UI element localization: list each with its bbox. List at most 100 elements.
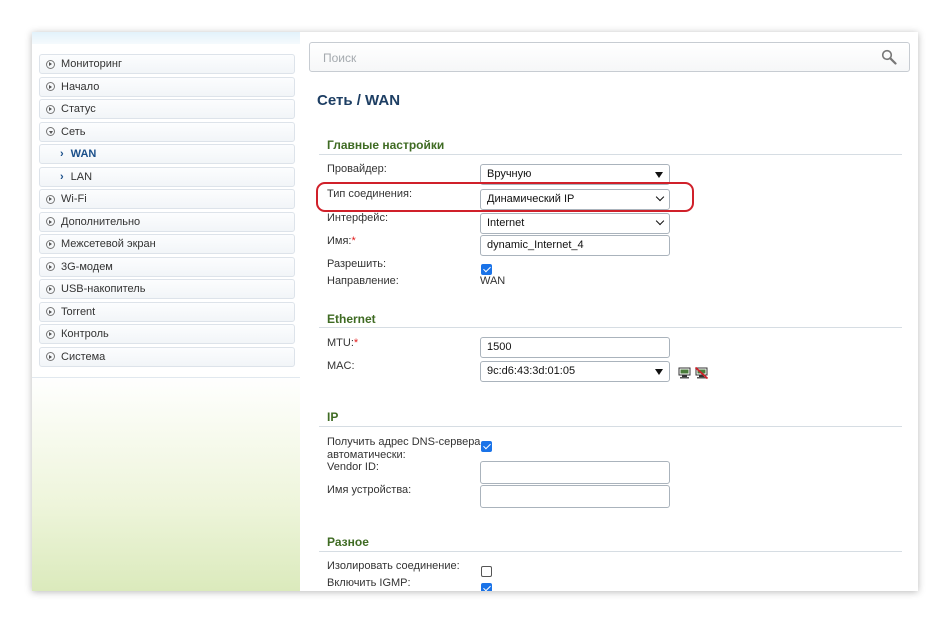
page-title: Сеть / WAN	[317, 92, 401, 109]
sidebar-header-strip	[32, 32, 300, 44]
sidebar-item-label: Начало	[61, 80, 100, 93]
sidebar-item-torrent[interactable]: Torrent	[39, 301, 295, 322]
sidebar: Мониторинг Начало Статус Сеть › WAN › LAN …	[32, 44, 302, 591]
interface-label: Интерфейс:	[327, 212, 388, 224]
section-title-ip: IP	[327, 410, 339, 424]
provider-select[interactable]: Вручную	[480, 164, 670, 185]
sidebar-item-lan[interactable]: › LAN	[39, 166, 295, 187]
provider-select-value: Вручную	[487, 168, 532, 180]
sidebar-item-usb-storage[interactable]: USB-накопитель	[39, 279, 295, 299]
section-divider	[319, 426, 902, 427]
sidebar-item-system[interactable]: Система	[39, 346, 295, 367]
network-card-icon[interactable]	[678, 367, 691, 379]
chevron-right-icon: ›	[60, 148, 64, 160]
section-title-main-settings: Главные настройки	[327, 138, 445, 152]
sidebar-menu: Мониторинг Начало Статус Сеть › WAN › LAN …	[32, 54, 302, 378]
mtu-field[interactable]: 1500	[480, 337, 670, 358]
mtu-label-text: MTU:	[327, 337, 354, 349]
sidebar-item-label: Torrent	[61, 305, 96, 318]
mtu-field-value: 1500	[487, 341, 512, 353]
direction-label: Направление:	[327, 275, 399, 287]
sidebar-item-monitoring[interactable]: Мониторинг	[39, 54, 295, 74]
section-title-ethernet: Ethernet	[327, 312, 376, 326]
interface-select-value: Internet	[487, 217, 525, 229]
section-divider	[319, 154, 902, 155]
required-mark: *	[353, 337, 359, 349]
sidebar-item-status[interactable]: Статус	[39, 99, 295, 119]
mtu-label: MTU:*	[327, 337, 358, 350]
sidebar-item-label: Межсетевой экран	[61, 238, 156, 250]
igmp-label: Включить IGMP:	[327, 577, 411, 589]
connection-type-select[interactable]: Динамический IP	[480, 189, 670, 210]
mac-label: MAC:	[327, 360, 355, 372]
dropdown-triangle-icon	[655, 369, 663, 375]
name-label: Имя:*	[327, 235, 356, 248]
device-name-field[interactable]	[480, 485, 670, 508]
connection-type-label: Тип соединения:	[327, 188, 412, 200]
expand-arrow-icon	[46, 239, 55, 249]
sidebar-item-label: 3G-модем	[61, 260, 113, 273]
vendor-id-field[interactable]	[480, 461, 670, 484]
enable-checkbox[interactable]	[481, 264, 492, 275]
isolate-label: Изолировать соединение:	[327, 560, 460, 572]
sidebar-item-start[interactable]: Начало	[39, 76, 295, 97]
sidebar-item-3g-modem[interactable]: 3G-модем	[39, 256, 295, 277]
igmp-checkbox[interactable]	[481, 583, 492, 591]
sidebar-item-wifi[interactable]: Wi-Fi	[39, 189, 295, 209]
isolate-checkbox[interactable]	[481, 566, 492, 577]
sidebar-item-label: Система	[61, 350, 106, 363]
search-box	[309, 42, 910, 72]
main-content: Сеть / WAN Главные настройки Провайдер: …	[300, 32, 918, 591]
dns-auto-label: Получить адрес DNS-сервера автоматически…	[327, 436, 480, 462]
sidebar-item-label: Wi-Fi	[61, 193, 87, 205]
enable-label: Разрешить:	[327, 258, 387, 270]
chevron-down-icon	[655, 192, 665, 202]
section-divider	[319, 327, 902, 328]
router-web-interface: Мониторинг Начало Статус Сеть › WAN › LAN …	[32, 32, 918, 591]
provider-label: Провайдер:	[327, 163, 387, 175]
sidebar-divider	[32, 369, 302, 378]
sidebar-item-advanced[interactable]: Дополнительно	[39, 211, 295, 232]
direction-value: WAN	[480, 275, 506, 287]
sidebar-item-label: Статус	[61, 103, 96, 115]
search-input[interactable]	[321, 50, 865, 66]
sidebar-item-label: LAN	[70, 170, 93, 183]
expand-arrow-icon	[46, 104, 55, 114]
search-icon[interactable]	[881, 49, 897, 65]
sidebar-item-label: Контроль	[61, 328, 109, 340]
dns-auto-checkbox[interactable]	[481, 441, 492, 452]
section-title-misc: Разное	[327, 535, 369, 549]
device-name-label: Имя устройства:	[327, 484, 412, 496]
sidebar-item-label: USB-накопитель	[61, 283, 146, 295]
chevron-right-icon: ›	[60, 170, 64, 183]
expand-arrow-icon	[46, 217, 55, 226]
clone-mac-icon[interactable]	[695, 367, 708, 379]
chevron-down-icon	[655, 216, 665, 226]
expand-arrow-icon	[46, 329, 55, 339]
expand-arrow-icon	[46, 82, 55, 91]
name-label-text: Имя:	[327, 235, 352, 247]
expand-arrow-icon	[46, 194, 55, 204]
sidebar-item-network[interactable]: Сеть	[39, 121, 295, 142]
sidebar-item-wan[interactable]: › WAN	[39, 144, 295, 164]
interface-select[interactable]: Internet	[480, 213, 670, 234]
sidebar-item-firewall[interactable]: Межсетевой экран	[39, 234, 295, 254]
collapse-arrow-icon	[46, 127, 55, 136]
sidebar-item-label: Сеть	[61, 125, 86, 138]
expand-arrow-icon	[46, 284, 55, 294]
expand-arrow-icon	[46, 262, 55, 271]
name-field[interactable]: dynamic_Internet_4	[480, 235, 670, 256]
mac-select[interactable]: 9c:d6:43:3d:01:05	[480, 361, 670, 382]
dns-auto-label-line1: Получить адрес DNS-сервера	[327, 436, 481, 448]
name-field-value: dynamic_Internet_4	[487, 239, 584, 251]
section-divider	[319, 551, 902, 552]
sidebar-item-label: Дополнительно	[61, 215, 141, 228]
expand-arrow-icon	[46, 59, 55, 69]
expand-arrow-icon	[46, 352, 55, 361]
sidebar-item-control[interactable]: Контроль	[39, 324, 295, 344]
sidebar-item-label: WAN	[70, 148, 97, 160]
vendor-id-label: Vendor ID:	[327, 461, 379, 473]
sidebar-item-label: Мониторинг	[61, 58, 123, 70]
expand-arrow-icon	[46, 307, 55, 316]
required-mark: *	[351, 235, 356, 247]
